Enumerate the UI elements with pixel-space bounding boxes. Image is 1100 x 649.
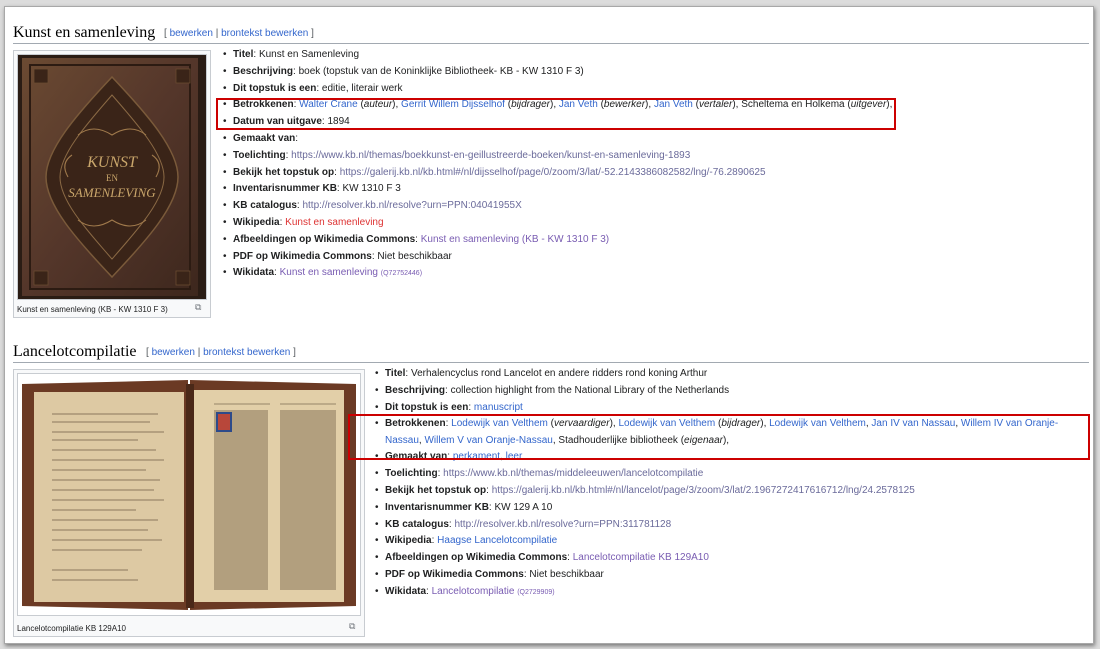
edit-link[interactable]: bewerken xyxy=(170,28,213,39)
highlight-box xyxy=(216,98,896,130)
wiki-page: Kunst en samenleving [ bewerken | bronte… xyxy=(4,6,1094,644)
section-heading: Kunst en samenleving [ bewerken | bronte… xyxy=(13,21,1089,44)
prop-beschrijving: Beschrijving: collection highlight from … xyxy=(375,383,1085,400)
book-cover-image[interactable]: KUNST EN SAMENLEVING xyxy=(17,54,207,300)
property-list: Titel: Kunst en Samenleving Beschrijving… xyxy=(223,47,892,282)
prop-gemaakt: Gemaakt van: xyxy=(223,131,892,148)
edit-link[interactable]: bewerken xyxy=(152,347,195,358)
section-kunst-en-samenleving: Kunst en samenleving [ bewerken | bronte… xyxy=(13,21,1089,318)
wikipedia-link[interactable]: Haagse Lancelotcompilatie xyxy=(437,535,557,546)
manuscript-image[interactable] xyxy=(17,373,361,616)
prop-titel: Titel: Kunst en Samenleving xyxy=(223,47,892,64)
prop-wikipedia: Wikipedia: Kunst en samenleving xyxy=(223,215,892,232)
prop-wikidata: Wikidata: Lancelotcompilatie (Q2729909) xyxy=(375,584,1085,601)
prop-wikidata: Wikidata: Kunst en samenleving (Q7275244… xyxy=(223,265,892,282)
prop-wikipedia: Wikipedia: Haagse Lancelotcompilatie xyxy=(375,533,1085,550)
commons-link[interactable]: Kunst en samenleving (KB - KW 1310 F 3) xyxy=(421,234,609,245)
section-title: Kunst en samenleving xyxy=(13,24,156,41)
external-link[interactable]: https://www.kb.nl/themas/middeleeuwen/la… xyxy=(443,468,703,479)
edit-links: [ bewerken | brontekst bewerken ] xyxy=(164,28,314,39)
prop-topstuk: Dit topstuk is een: editie, literair wer… xyxy=(223,81,892,98)
external-link[interactable]: https://galerij.kb.nl/kb.html#/nl/dijsse… xyxy=(340,167,766,178)
prop-beschrijving: Beschrijving: boek (topstuk van de Konin… xyxy=(223,64,892,81)
external-link[interactable]: http://resolver.kb.nl/resolve?urn=PPN:31… xyxy=(454,519,671,530)
thumbnail-caption: Lancelotcompilatie KB 129A10 xyxy=(17,624,126,633)
external-link[interactable]: https://galerij.kb.nl/kb.html#/nl/lancel… xyxy=(492,485,915,496)
prop-toelichting: Toelichting: https://www.kb.nl/themas/mi… xyxy=(375,466,1085,483)
section-lancelotcompilatie: Lancelotcompilatie [ bewerken | bronteks… xyxy=(13,340,1090,637)
wikidata-qid: (Q72752446) xyxy=(380,270,423,278)
section-heading: Lancelotcompilatie [ bewerken | bronteks… xyxy=(13,340,1089,363)
prop-toelichting: Toelichting: https://www.kb.nl/themas/bo… xyxy=(223,148,892,165)
commons-link[interactable]: Lancelotcompilatie KB 129A10 xyxy=(573,552,709,563)
wikidata-link[interactable]: Kunst en samenleving xyxy=(280,267,378,278)
wikipedia-link[interactable]: Kunst en samenleving xyxy=(285,217,383,228)
prop-bekijk: Bekijk het topstuk op: https://galerij.k… xyxy=(223,165,892,182)
svg-text:EN: EN xyxy=(106,173,118,183)
prop-bekijk: Bekijk het topstuk op: https://galerij.k… xyxy=(375,483,1085,500)
external-link[interactable]: https://www.kb.nl/themas/boekkunst-en-ge… xyxy=(291,150,690,161)
property-list: Titel: Verhalencyclus rond Lancelot en a… xyxy=(375,366,1085,601)
prop-pdf: PDF op Wikimedia Commons: Niet beschikba… xyxy=(223,249,892,266)
prop-commons: Afbeeldingen op Wikimedia Commons: Lance… xyxy=(375,550,1085,567)
edit-source-link[interactable]: brontekst bewerken xyxy=(221,28,308,39)
wikidata-qid: (Q2729909) xyxy=(517,588,555,596)
thumbnail: KUNST EN SAMENLEVING Kunst en samenlevin… xyxy=(13,50,211,318)
external-link[interactable]: http://resolver.kb.nl/resolve?urn=PPN:04… xyxy=(302,200,521,211)
edit-source-link[interactable]: brontekst bewerken xyxy=(203,347,290,358)
prop-pdf: PDF op Wikimedia Commons: Niet beschikba… xyxy=(375,567,1085,584)
thumbnail: Lancelotcompilatie KB 129A10 ⧉ xyxy=(13,369,365,637)
prop-inventaris: Inventarisnummer KB: KW 1310 F 3 xyxy=(223,181,892,198)
prop-commons: Afbeeldingen op Wikimedia Commons: Kunst… xyxy=(223,232,892,249)
manuscript-link[interactable]: manuscript xyxy=(474,402,523,413)
wikidata-link[interactable]: Lancelotcompilatie xyxy=(432,586,515,597)
edit-links: [ bewerken | brontekst bewerken ] xyxy=(146,347,296,358)
magnify-icon[interactable]: ⧉ xyxy=(195,302,201,313)
prop-inventaris: Inventarisnummer KB: KW 129 A 10 xyxy=(375,500,1085,517)
thumbnail-caption: Kunst en samenleving (KB - KW 1310 F 3) xyxy=(17,305,168,314)
svg-text:KUNST: KUNST xyxy=(86,154,138,171)
section-title: Lancelotcompilatie xyxy=(13,343,137,360)
prop-catalogus: KB catalogus: http://resolver.kb.nl/reso… xyxy=(223,198,892,215)
svg-text:SAMENLEVING: SAMENLEVING xyxy=(68,185,156,200)
magnify-icon[interactable]: ⧉ xyxy=(349,621,355,632)
prop-catalogus: KB catalogus: http://resolver.kb.nl/reso… xyxy=(375,517,1085,534)
highlight-box xyxy=(348,414,1090,460)
prop-titel: Titel: Verhalencyclus rond Lancelot en a… xyxy=(375,366,1085,383)
